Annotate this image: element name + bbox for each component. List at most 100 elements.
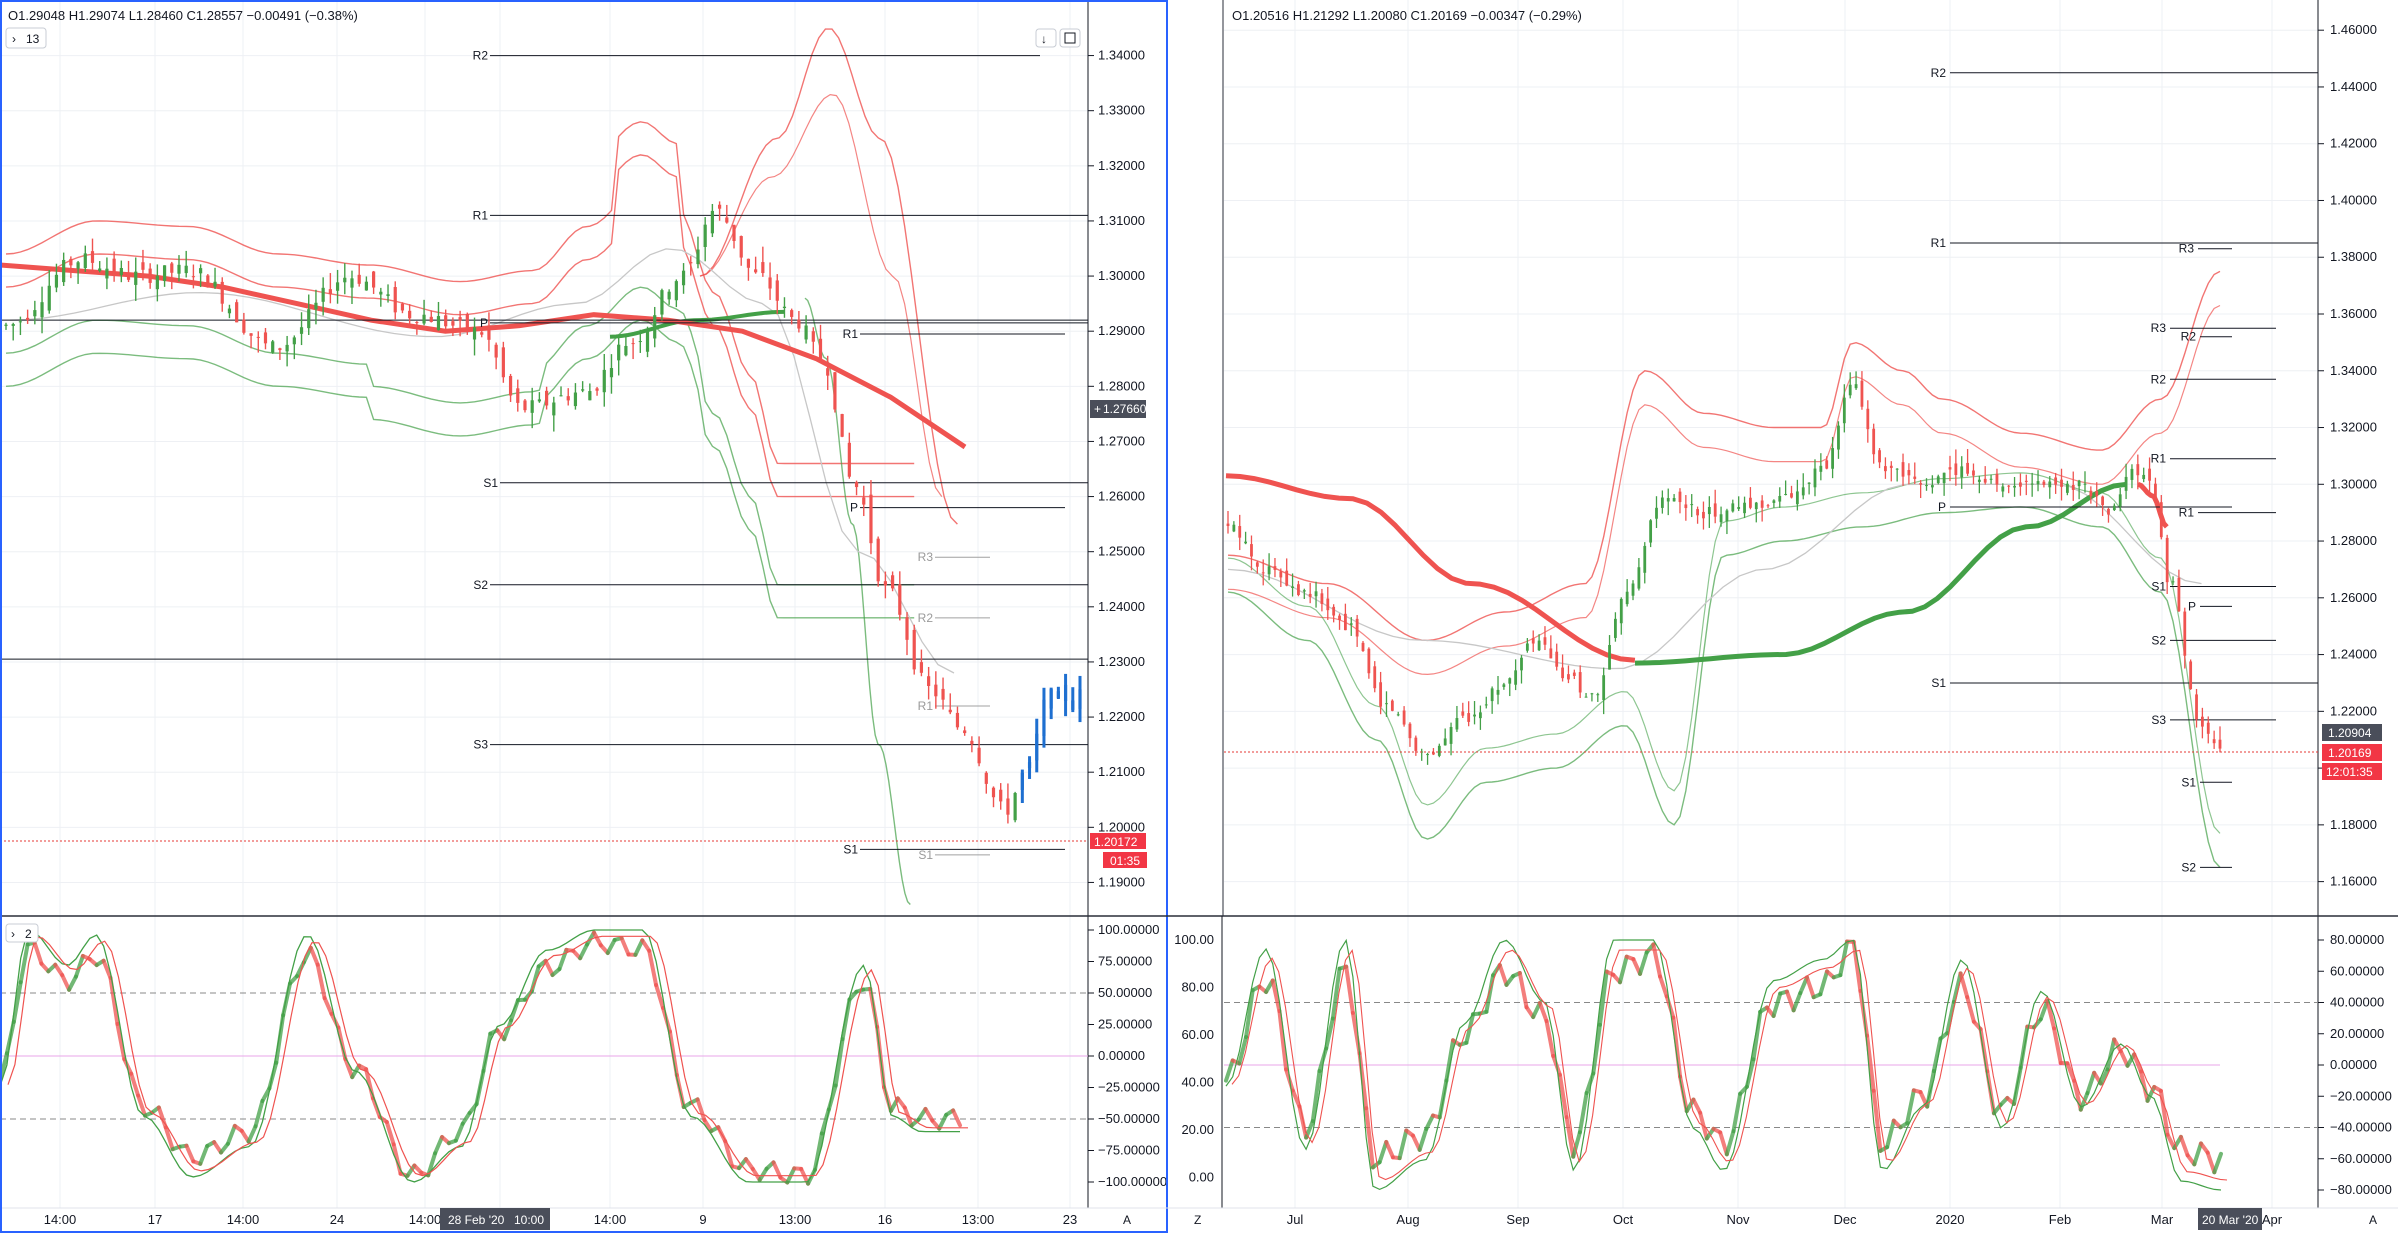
right-price-tick-label: 1.30000 [2330,476,2377,491]
right-candle [1754,502,1758,510]
right-lower-band-inner [1227,472,2221,834]
left-candle [717,204,722,209]
right-time-tick-label: Dec [1833,1212,1857,1227]
right-candle [1772,500,1776,503]
left-candle [62,259,66,283]
right-candle [1872,428,1876,455]
left-candle [645,328,650,352]
right-osc-main-line [1885,1118,1896,1150]
right-price-tick-label: 1.40000 [2330,192,2377,207]
left-axis-auto-button[interactable]: A [1123,1213,1131,1227]
right-chart-panel[interactable]: R2 R1 R3 R3 R2 R2 R1 P R1 S1 P S2 S1 S3 S1 S2 1.46000 1.… [1166,0,2398,1230]
right-price-tick-label: 1.28000 [2330,533,2377,548]
right-time-axis[interactable]: Jul Aug Sep Oct Nov Dec 2020 Feb Mar Apr [1287,1212,2283,1227]
right-axis-zoom-button[interactable]: Z [1194,1213,1201,1227]
right-candle [1578,672,1582,693]
right-osc-main-line [2178,1134,2190,1158]
left-candle [523,400,527,411]
left-candle [1035,733,1039,761]
right-candle [2083,483,2087,485]
right-oscillator-right-axis[interactable]: 80.00000 60.00000 40.00000 20.00000 0.00000 −… [2318,932,2392,1197]
right-lower-band [1227,506,2221,868]
left-candle [833,372,837,410]
left-time-tick-label: 23 [1063,1212,1077,1227]
left-candle [559,395,563,397]
right-axis-auto-button[interactable]: A [2369,1213,2377,1227]
left-price-tick-label: 1.33000 [1098,103,1145,118]
right-candle [1672,498,1676,502]
left-candle [1056,691,1060,699]
right-candle [1414,737,1418,751]
right-pivot-label: S1 [2181,775,2196,789]
right-candle [2013,485,2016,488]
left-candle [696,249,700,265]
left-candle [285,344,289,352]
left-fullscreen-button[interactable] [1059,28,1081,48]
right-candle [1860,380,1864,407]
right-price-tick-label: 1.34000 [2330,363,2377,378]
left-chart-panel[interactable]: R2R1PR1S1PS2S3S1R3R2R1S1 1.340001.330001… [0,0,1167,1234]
left-candle [977,747,981,764]
right-candle [1948,467,1952,470]
right-candle [2177,577,2181,612]
right-oscillator-left-axis[interactable]: 100.00 80.00 60.00 40.00 20.00 0.00 [1174,916,1223,1208]
left-candle [112,258,116,274]
left-candle [321,287,325,302]
left-candle [364,281,369,291]
left-candle [970,740,974,745]
left-time-tick-label: 13:00 [962,1212,995,1227]
left-candle [18,321,23,323]
left-osc-tick-label: −75.00000 [1098,1143,1160,1158]
left-candle [69,258,73,266]
left-candle [617,344,621,361]
left-candle [307,309,311,329]
right-candle [2130,468,2134,480]
right-time-tick-label: Oct [1613,1212,1634,1227]
left-osc-tick-label: 0.00000 [1098,1048,1145,1063]
chart-workspace: R2 R1 P R1 S1 P S2 S3 S1 R3 R2 R1 S1 1.34000 1.33000 1… [0,0,2398,1234]
right-candle [1795,491,1799,505]
left-candle [220,281,224,304]
right-candle [1455,718,1459,730]
right-osc-main-line [1544,1019,1556,1058]
right-candle [1666,498,1670,502]
left-candle [465,313,469,332]
right-candle [1737,507,1741,509]
left-pivot-label: R2 [473,49,489,63]
left-candle [660,290,664,315]
left-candle [667,291,671,300]
left-price-tick-label: 1.19000 [1098,874,1145,889]
right-candle [1432,752,1435,755]
right-ohlc-legend: O1.20516 H1.21292 L1.20080 C1.20169 −0.0… [1232,8,1582,23]
left-osc-tick-label: 25.00000 [1098,1017,1152,1032]
right-price-tick-label: 1.38000 [2330,249,2377,264]
right-candle [1983,478,1987,483]
left-candle [545,390,549,406]
right-osc-tick-label: −40.00000 [2330,1120,2392,1135]
left-pivot-label: R2 [918,611,934,625]
left-time-tick-label: 9 [699,1212,706,1227]
left-candle [739,236,743,258]
right-candle [2200,716,2204,727]
right-candle [1572,672,1576,676]
left-candle [811,331,815,342]
right-candle [1467,713,1471,722]
left-candle [436,316,441,331]
right-osc-left-tick-label: 0.00 [1189,1170,1214,1185]
left-price-tick-label: 1.24000 [1098,599,1145,614]
right-osc-main-line [1691,1097,1703,1115]
right-candle [1437,745,1441,756]
right-time-tick-label: Aug [1396,1212,1419,1227]
left-candle [955,712,960,728]
left-last-price: 1.20172 [1094,835,1138,849]
right-candle [2195,694,2198,720]
right-candle [1367,648,1371,674]
right-osc-tick-label: −60.00000 [2330,1151,2392,1166]
left-candle [725,217,729,223]
right-candle [1490,688,1494,702]
right-candle [1778,496,1782,502]
left-candle [292,337,296,345]
right-pivot-label: R2 [2151,372,2167,386]
right-candle [1461,711,1465,716]
left-candle [984,772,988,784]
